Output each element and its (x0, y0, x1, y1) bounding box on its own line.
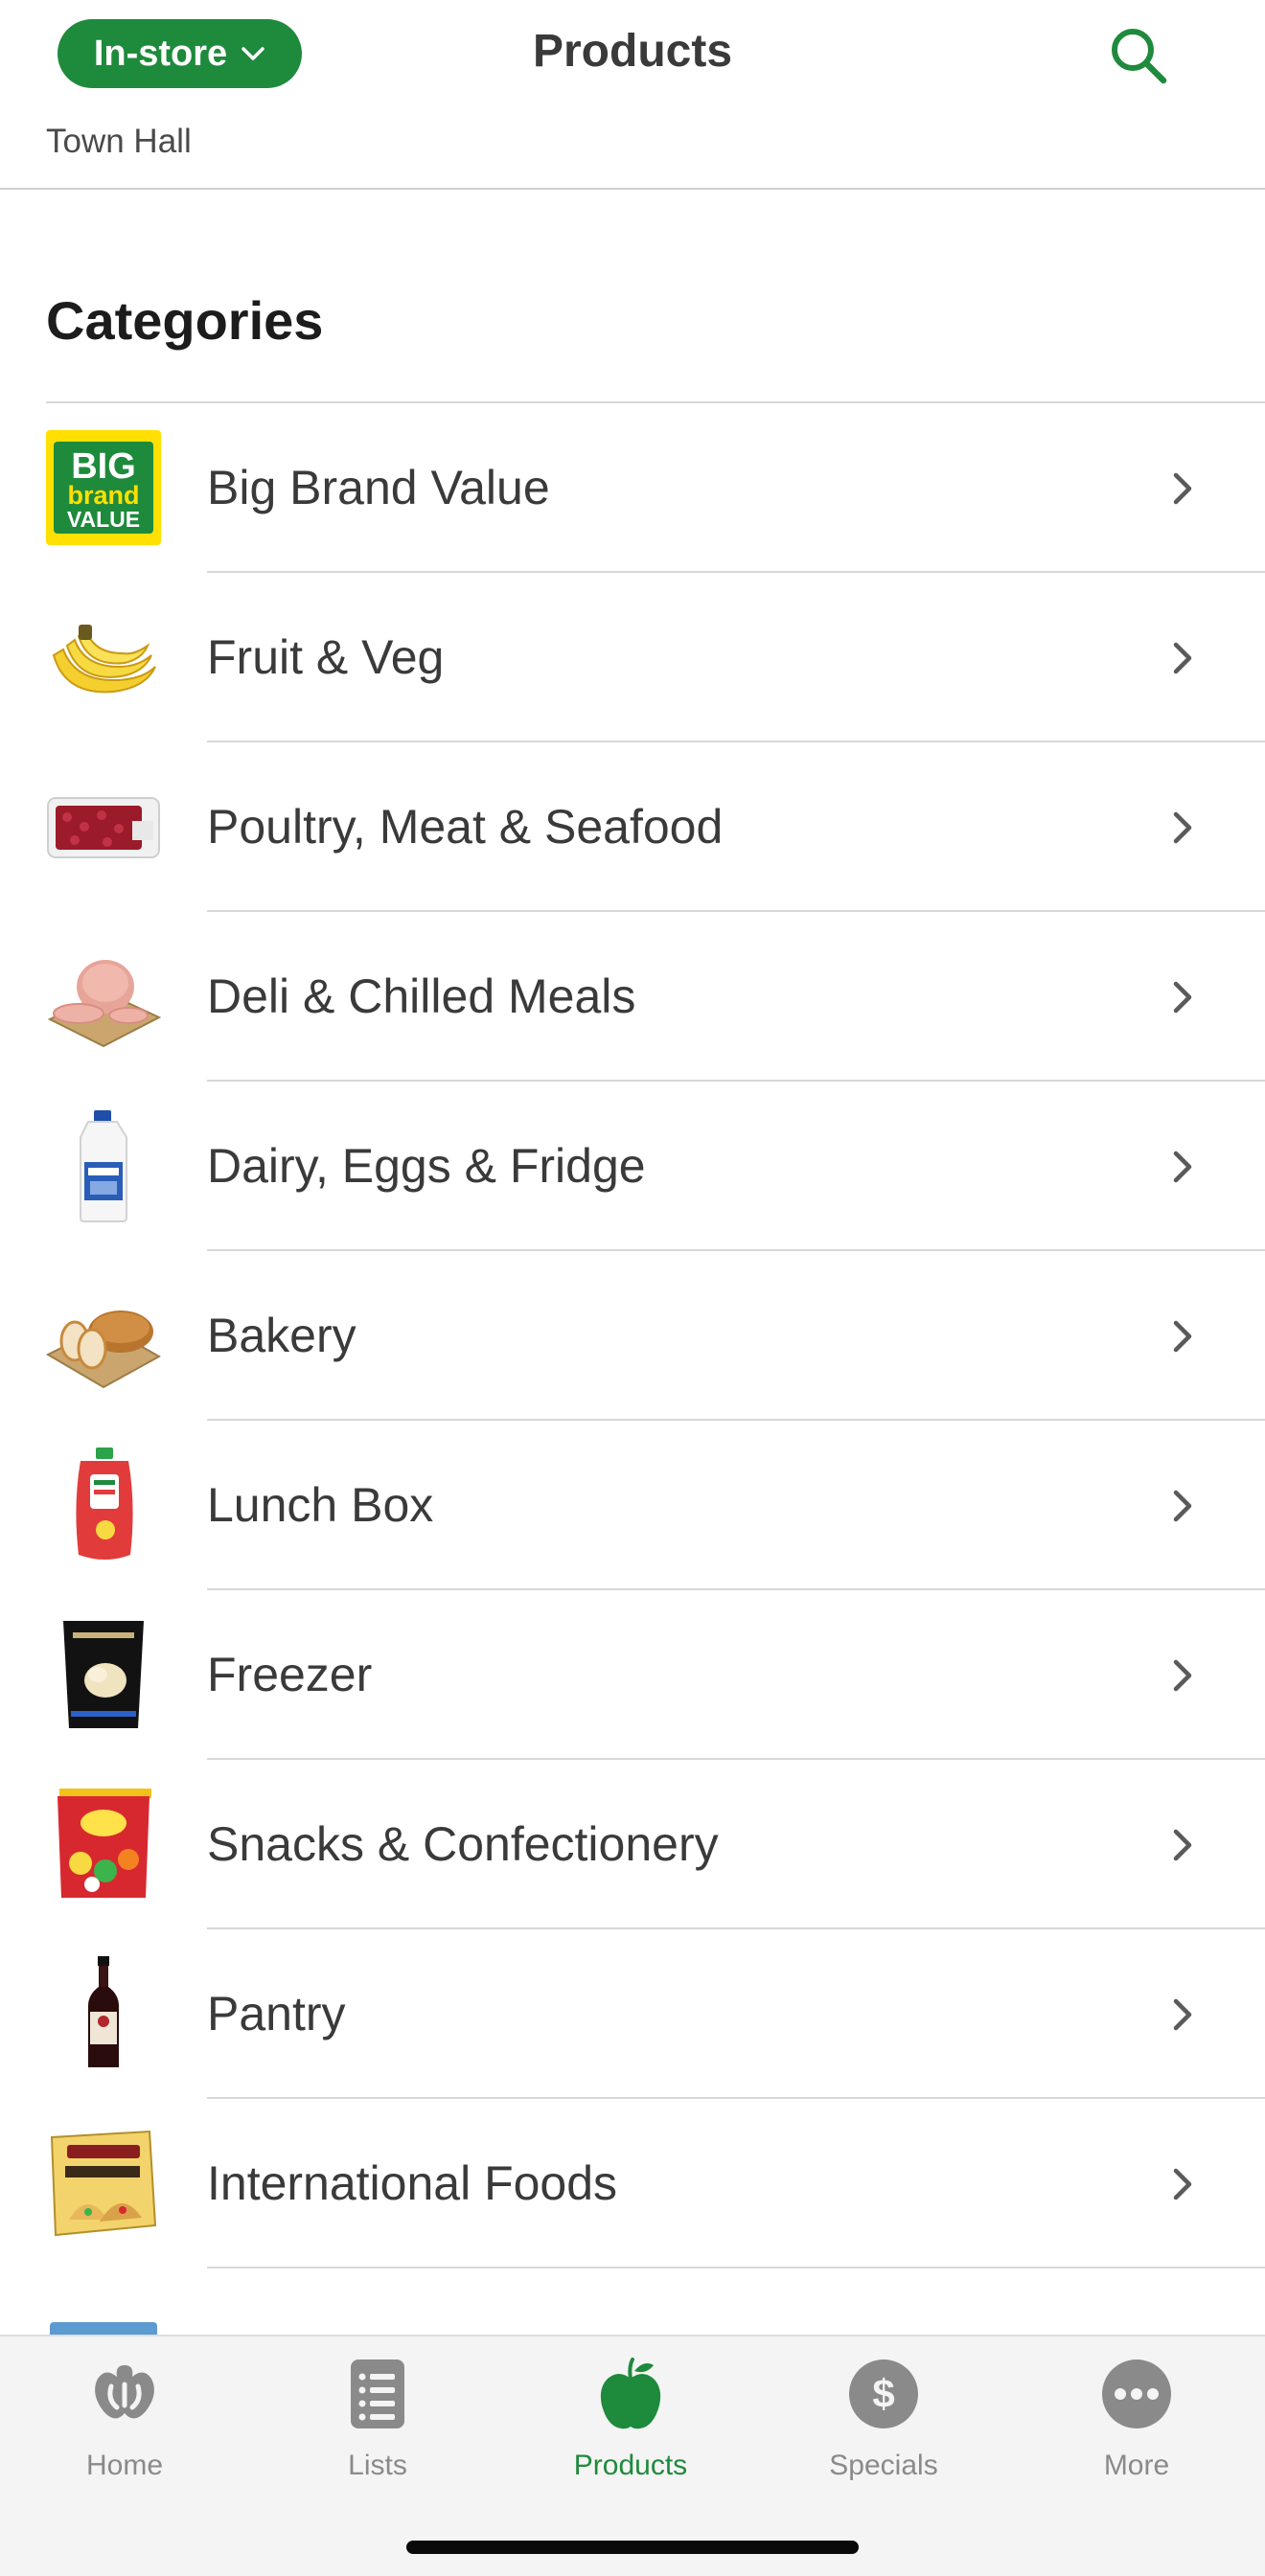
taco-kit-image (46, 2126, 161, 2241)
chevron-right-icon (1173, 1151, 1192, 1183)
tab-lists[interactable]: Lists (282, 2358, 473, 2492)
category-item-fruit-veg[interactable]: Fruit & Veg (0, 573, 1265, 742)
milk-bottle-image (46, 1108, 161, 1223)
chevron-right-icon (1173, 1320, 1192, 1353)
chevron-right-icon (1173, 1829, 1192, 1861)
category-item-snacks-confectionery[interactable]: Snacks & Confectionery (0, 1760, 1265, 1929)
ham-image (46, 939, 161, 1054)
chevron-right-icon (1173, 981, 1192, 1014)
tab-more[interactable]: More (1041, 2358, 1232, 2492)
category-label: Freezer (207, 1648, 373, 1701)
category-label: Bakery (207, 1309, 356, 1362)
tab-label: More (1103, 2450, 1170, 2481)
chevron-right-icon (1173, 2168, 1192, 2200)
tab-label: Home (85, 2450, 164, 2481)
chevron-right-icon (1173, 1490, 1192, 1522)
chevron-right-icon (1173, 1998, 1192, 2031)
category-item-deli-chilled-meals[interactable]: Deli & Chilled Meals (0, 912, 1265, 1082)
woolworths-logo-icon (95, 2365, 154, 2419)
sauce-bottle-image (46, 1956, 161, 2071)
search-icon (1112, 29, 1167, 84)
ice-cream-tub-image (46, 1617, 161, 1732)
category-item-international-foods[interactable]: International Foods (0, 2099, 1265, 2268)
category-item-poultry-meat-seafood[interactable]: Poultry, Meat & Seafood (0, 742, 1265, 912)
meat-tray-image (46, 769, 161, 884)
category-label: Poultry, Meat & Seafood (207, 800, 724, 854)
category-label: Deli & Chilled Meals (207, 969, 636, 1023)
logo-text-line2: brand (67, 481, 139, 510)
chevron-right-icon (1173, 1659, 1192, 1692)
tab-label: Lists (348, 2450, 407, 2481)
bottom-tab-bar: Home Lists Products $ Specials More (0, 2335, 1265, 2576)
chevron-right-icon (1173, 642, 1192, 674)
category-label: Snacks & Confectionery (207, 1817, 719, 1871)
store-name[interactable]: Town Hall (46, 123, 192, 161)
fruit-pouch-image (46, 1448, 161, 1562)
category-item-bakery[interactable]: Bakery (0, 1251, 1265, 1421)
shopping-mode-dropdown[interactable]: In-store (58, 19, 302, 88)
logo-text-line3: VALUE (67, 507, 140, 532)
top-bar: In-store Products Town Hall (0, 0, 1265, 190)
section-title: Categories (46, 290, 324, 351)
list-icon (351, 2359, 404, 2428)
home-indicator[interactable] (406, 2541, 859, 2554)
category-label: Fruit & Veg (207, 630, 445, 684)
tab-label: Products (573, 2450, 688, 2481)
tab-specials[interactable]: $ Specials (788, 2358, 979, 2492)
category-item-pantry[interactable]: Pantry (0, 1929, 1265, 2099)
svg-text:$: $ (872, 2371, 894, 2416)
big-brand-value-logo: BIG brand VALUE (46, 430, 161, 545)
category-label: Dairy, Eggs & Fridge (207, 1139, 646, 1193)
tab-products[interactable]: Products (535, 2358, 726, 2492)
lolly-bag-image (46, 1787, 161, 1902)
bread-image (46, 1278, 161, 1393)
category-list: BIG brand VALUE Big Brand Value Fruit & … (0, 403, 1265, 2268)
category-label: Big Brand Value (207, 461, 550, 514)
category-item-lunch-box[interactable]: Lunch Box (0, 1421, 1265, 1590)
tab-home[interactable]: Home (29, 2358, 220, 2492)
category-item-dairy-eggs-fridge[interactable]: Dairy, Eggs & Fridge (0, 1082, 1265, 1251)
bananas-image (46, 600, 161, 715)
apple-icon (600, 2358, 661, 2429)
category-item-freezer[interactable]: Freezer (0, 1590, 1265, 1760)
category-label: International Foods (207, 2156, 618, 2210)
chevron-right-icon (1173, 811, 1192, 844)
category-label: Lunch Box (207, 1478, 434, 1532)
tab-label: Specials (829, 2450, 938, 2481)
chevron-right-icon (1173, 472, 1192, 505)
chevron-down-icon (242, 47, 264, 60)
shopping-mode-label: In-store (93, 33, 228, 74)
more-dots-icon (1102, 2359, 1171, 2428)
category-item-big-brand-value[interactable]: BIG brand VALUE Big Brand Value (0, 403, 1265, 573)
search-button[interactable] (1102, 19, 1175, 92)
dollar-icon: $ (849, 2359, 918, 2428)
category-label: Pantry (207, 1987, 346, 2040)
